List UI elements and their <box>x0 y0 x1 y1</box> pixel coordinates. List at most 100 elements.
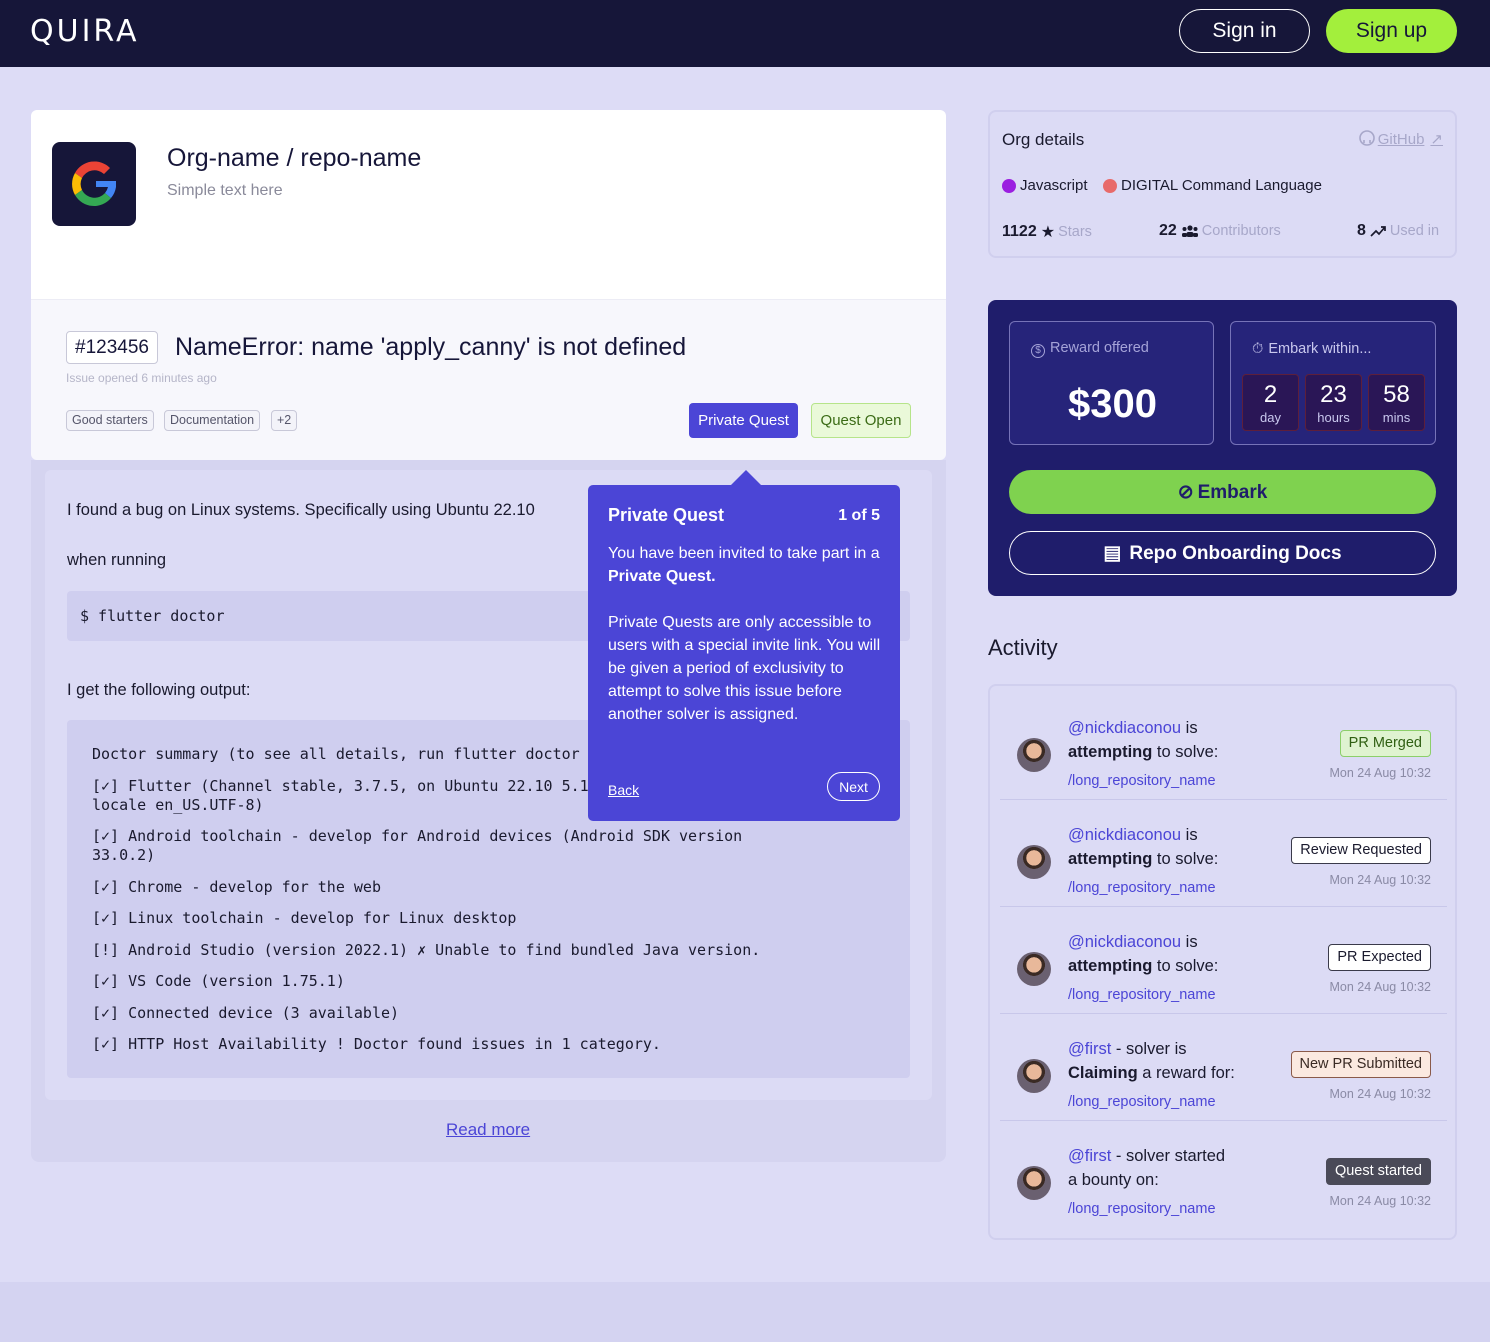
activity-item: @nickdiaconou is attempting to solve: /l… <box>1000 693 1447 800</box>
avatar[interactable] <box>1017 738 1051 772</box>
sign-up-button[interactable]: Sign up <box>1326 9 1457 53</box>
activity-text: to solve: <box>1152 850 1219 868</box>
activity-text: to solve: <box>1152 957 1219 975</box>
tooltip-next-button[interactable]: Next <box>827 772 880 801</box>
activity-user-suffix: is <box>1181 719 1198 737</box>
top-navbar: QUIRA Sign in Sign up <box>0 0 1490 67</box>
activity-repo-link[interactable]: /long_repository_name <box>1068 1201 1216 1217</box>
stat-used-in: 8 Used in <box>1357 222 1439 240</box>
repo-onboarding-docs-button[interactable]: ▤ Repo Onboarding Docs <box>1009 531 1436 575</box>
tooltip-body-text: You have been invited to take part in a <box>608 545 880 562</box>
contributors-count: 22 <box>1159 222 1177 239</box>
stat-stars: 1122 ★ Stars <box>1002 222 1092 242</box>
status-badge: PR Expected <box>1328 944 1431 971</box>
activity-item: @first - solver is Claiming a reward for… <box>1000 1014 1447 1121</box>
tooltip-step-counter: 1 of 5 <box>838 507 880 524</box>
avatar[interactable] <box>1017 952 1051 986</box>
github-link[interactable]: GitHub ↗ <box>1358 130 1443 148</box>
activity-item: @nickdiaconou is attempting to solve: /l… <box>1000 800 1447 907</box>
used-in-label: Used in <box>1389 223 1440 239</box>
activity-timestamp: Mon 24 Aug 10:32 <box>1329 766 1431 780</box>
repo-title[interactable]: Org-name / repo-name <box>167 144 421 173</box>
language-dot <box>1002 178 1016 193</box>
reward-offered-box: $ Reward offered $300 <box>1009 321 1214 445</box>
issue-title: NameError: name 'apply_canny' is not def… <box>175 333 687 361</box>
activity-user-suffix: - solver is <box>1111 1040 1187 1058</box>
docs-button-label: Repo Onboarding Docs <box>1129 542 1342 564</box>
code-line: [✓] Connected device (3 available) <box>92 1003 400 1022</box>
tooltip-body: You have been invited to take part in a … <box>608 542 888 726</box>
activity-user-suffix: is <box>1181 933 1198 951</box>
stopwatch-icon: ⏱ <box>1252 341 1264 357</box>
status-badge: Review Requested <box>1291 837 1431 864</box>
activity-user-suffix: is <box>1181 826 1198 844</box>
activity-text: a bounty on: <box>1068 1171 1159 1189</box>
external-link-icon: ↗ <box>1430 131 1443 148</box>
language-dcl: DIGITAL Command Language <box>1103 177 1322 194</box>
github-label: GitHub <box>1377 131 1425 148</box>
avatar[interactable] <box>1017 1166 1051 1200</box>
quest-open-button[interactable]: Quest Open <box>811 403 911 438</box>
stat-contributors: 22 Contributors <box>1159 222 1281 240</box>
activity-item: @first - solver started a bounty on: /lo… <box>1000 1121 1447 1228</box>
status-badge: New PR Submitted <box>1290 1051 1431 1078</box>
activity-repo-link[interactable]: /long_repository_name <box>1068 987 1216 1003</box>
tag-documentation[interactable]: Documentation <box>164 410 261 431</box>
activity-action: Claiming <box>1068 1064 1138 1082</box>
embark-label-text: Embark within... <box>1268 341 1372 357</box>
activity-repo-link[interactable]: /long_repository_name <box>1068 880 1216 896</box>
embark-button[interactable]: ⊘ Embark <box>1009 470 1436 514</box>
embark-label: ⏱ Embark within... <box>1252 341 1371 357</box>
activity-text: a reward for: <box>1137 1064 1235 1082</box>
private-quest-button[interactable]: Private Quest <box>689 403 798 438</box>
activity-user-link[interactable]: @nickdiaconou <box>1068 719 1181 737</box>
countdown-mins: 58 mins <box>1368 374 1425 431</box>
tooltip-title: Private Quest <box>608 505 725 525</box>
mins-label: mins <box>1382 410 1411 425</box>
reward-card: $ Reward offered $300 ⏱ Embark within... 2… <box>988 300 1457 596</box>
page-footer-strip <box>0 1282 1490 1342</box>
reward-label: $ Reward offered <box>1031 340 1149 358</box>
google-logo-icon <box>52 142 136 226</box>
tag-good-starters[interactable]: Good starters <box>66 410 154 431</box>
activity-timestamp: Mon 24 Aug 10:32 <box>1329 980 1431 994</box>
activity-repo-link[interactable]: /long_repository_name <box>1068 773 1216 789</box>
embark-icon: ⊘ <box>1177 481 1194 503</box>
status-badge: PR Merged <box>1339 730 1431 757</box>
tooltip-back-link[interactable]: Back <box>608 782 639 798</box>
countdown-days: 2 day <box>1242 374 1299 431</box>
quira-logo[interactable]: QUIRA <box>30 14 140 49</box>
avatar[interactable] <box>1017 1059 1051 1093</box>
activity-user-link[interactable]: @first <box>1068 1147 1111 1165</box>
sign-in-button[interactable]: Sign in <box>1179 9 1310 53</box>
private-quest-tooltip: Private Quest 1 of 5 You have been invit… <box>588 470 900 821</box>
repo-subtitle: Simple text here <box>167 182 283 199</box>
document-icon: ▤ <box>1103 542 1122 564</box>
people-icon <box>1181 225 1198 237</box>
activity-repo-link[interactable]: /long_repository_name <box>1068 1094 1216 1110</box>
activity-user-link[interactable]: @first <box>1068 1040 1111 1058</box>
issue-opened-time: Issue opened 6 minutes ago <box>66 371 217 385</box>
activity-user-link[interactable]: @nickdiaconou <box>1068 933 1181 951</box>
days-value: 2 <box>1263 381 1278 408</box>
stars-label: Stars <box>1058 224 1092 240</box>
activity-action: attempting <box>1068 743 1153 761</box>
activity-heading: Activity <box>988 635 1058 660</box>
tooltip-body-bold: Private Quest. <box>608 568 716 585</box>
contributors-label: Contributors <box>1201 223 1281 239</box>
code-line: [✓] Linux toolchain - develop for Linux … <box>92 909 517 927</box>
avatar[interactable] <box>1017 845 1051 879</box>
code-line: [✓] HTTP Host Availability ! Doctor foun… <box>92 1035 661 1053</box>
mins-value: 58 <box>1383 381 1410 408</box>
tag-more[interactable]: +2 <box>271 410 298 431</box>
language-javascript: Javascript <box>1002 177 1088 194</box>
activity-text: to solve: <box>1152 743 1219 761</box>
read-more-link[interactable]: Read more <box>446 1120 530 1140</box>
activity-user-link[interactable]: @nickdiaconou <box>1068 826 1181 844</box>
code-line: [✓] Android toolchain - develop for Andr… <box>92 827 743 864</box>
language-dot <box>1103 178 1117 193</box>
issue-card: #123456 NameError: name 'apply_canny' is… <box>31 300 946 460</box>
github-icon <box>1358 130 1375 146</box>
language-name: DIGITAL Command Language <box>1121 177 1322 194</box>
repo-header-card: Org-name / repo-name Simple text here <box>31 110 946 310</box>
